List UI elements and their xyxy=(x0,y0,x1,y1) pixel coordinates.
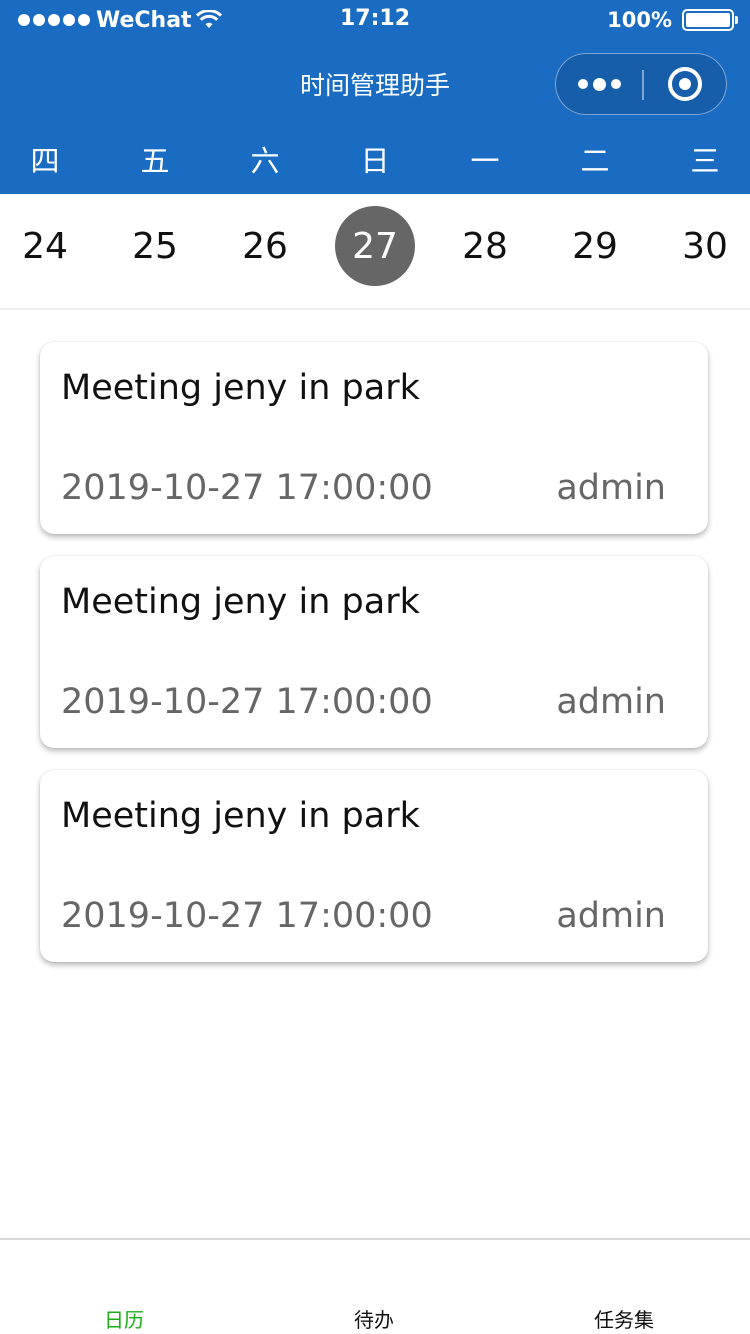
status-bar: WeChat 17:12 100% xyxy=(0,0,750,40)
date-cell[interactable]: 29 xyxy=(555,206,635,286)
date-cell[interactable]: 30 xyxy=(665,206,745,286)
date-cell-selected[interactable]: 27 xyxy=(335,206,415,286)
event-card[interactable]: Meeting jeny in park 2019-10-27 17:00:00… xyxy=(40,342,708,534)
weekday-header-row: 四 五 六 日 一 二 三 xyxy=(0,138,750,186)
date-cell[interactable]: 25 xyxy=(115,206,195,286)
event-title: Meeting jeny in park xyxy=(61,582,420,622)
battery-icon xyxy=(682,9,738,31)
tab-todo[interactable]: 待办 xyxy=(294,1304,454,1333)
bottom-tab-bar: 日历 待办 任务集 xyxy=(0,1238,750,1334)
date-cell[interactable]: 28 xyxy=(445,206,525,286)
tab-task-collection[interactable]: 任务集 xyxy=(544,1304,704,1333)
event-title: Meeting jeny in park xyxy=(61,368,420,408)
event-title: Meeting jeny in park xyxy=(61,796,420,836)
event-author: admin xyxy=(556,896,666,936)
tab-calendar[interactable]: 日历 xyxy=(44,1304,204,1333)
event-author: admin xyxy=(556,682,666,722)
weekday-label: 四 xyxy=(30,144,60,178)
weekday-label: 二 xyxy=(580,144,610,178)
more-dots-icon xyxy=(577,79,588,89)
weekday-label: 日 xyxy=(360,144,390,178)
target-icon xyxy=(668,67,702,101)
event-datetime: 2019-10-27 17:00:00 xyxy=(61,682,433,722)
event-card[interactable]: Meeting jeny in park 2019-10-27 17:00:00… xyxy=(40,556,708,748)
mini-program-capsule xyxy=(555,53,727,115)
date-cell[interactable]: 26 xyxy=(225,206,305,286)
event-datetime: 2019-10-27 17:00:00 xyxy=(61,468,433,508)
event-card[interactable]: Meeting jeny in park 2019-10-27 17:00:00… xyxy=(40,770,708,962)
app-header: WeChat 17:12 100% 时间管理助手 四 五 六 日 一 二 三 xyxy=(0,0,750,194)
close-mini-program-button[interactable] xyxy=(643,54,727,114)
event-author: admin xyxy=(556,468,666,508)
weekday-label: 一 xyxy=(470,144,500,178)
date-strip: 24 25 26 27 28 29 30 xyxy=(0,194,750,310)
weekday-label: 三 xyxy=(690,144,720,178)
navigation-bar: 时间管理助手 xyxy=(0,40,750,128)
date-cell[interactable]: 24 xyxy=(5,206,85,286)
weekday-label: 五 xyxy=(140,144,170,178)
status-right: 100% xyxy=(607,6,738,34)
event-datetime: 2019-10-27 17:00:00 xyxy=(61,896,433,936)
more-options-button[interactable] xyxy=(556,54,642,114)
weekday-label: 六 xyxy=(250,144,280,178)
battery-percent: 100% xyxy=(607,8,672,32)
